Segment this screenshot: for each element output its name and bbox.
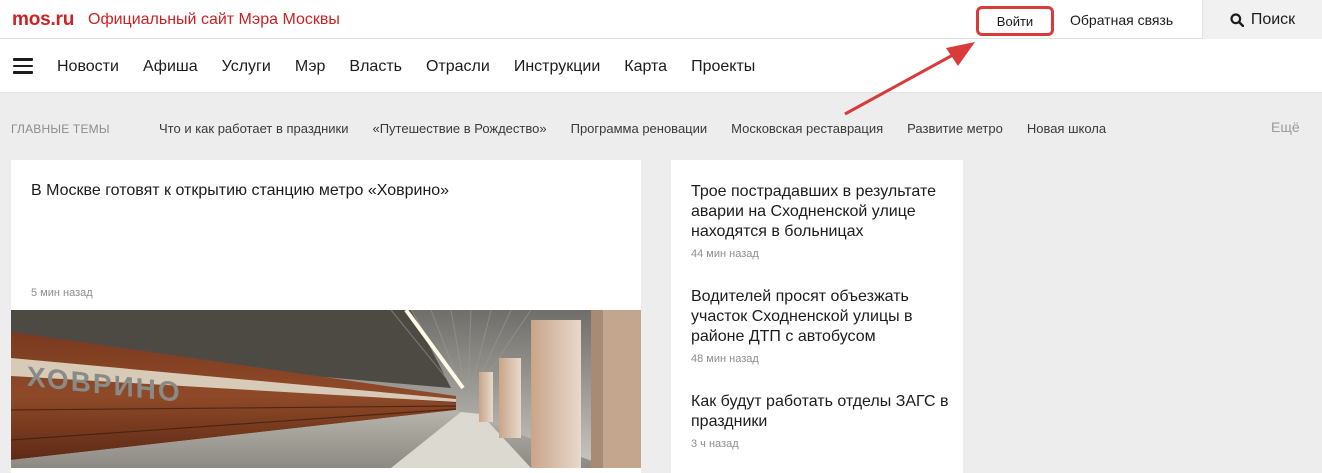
nav-list: Новости Афиша Услуги Мэр Власть Отрасли … xyxy=(57,58,779,76)
main-news-card[interactable]: В Москве готовят к открытию станцию метр… xyxy=(11,160,641,473)
side-news-item[interactable]: Трое пострадавших в результате аварии на… xyxy=(691,182,953,260)
top-bar: mos.ru Официальный сайт Мэра Москвы Войт… xyxy=(0,0,1322,39)
site-title[interactable]: Официальный сайт Мэра Москвы xyxy=(88,11,340,29)
main-news-time: 5 мин назад xyxy=(31,287,93,299)
topic-link[interactable]: Новая школа xyxy=(1027,121,1106,136)
side-news-time: 44 мин назад xyxy=(691,248,759,260)
login-button[interactable]: Войти xyxy=(976,6,1054,36)
side-news-title[interactable]: Водителей просят объезжать участок Сходн… xyxy=(691,287,953,347)
main-news-image[interactable]: ХОВРИНО xyxy=(11,310,641,468)
topic-link[interactable]: «Путешествие в Рождество» xyxy=(372,121,546,136)
search-label: Поиск xyxy=(1250,10,1296,28)
metro-station-photo: ХОВРИНО xyxy=(11,310,641,468)
side-news-item[interactable]: Как будут работать отделы ЗАГС в праздни… xyxy=(691,392,953,450)
more-topics-link[interactable]: Ещё xyxy=(1271,119,1300,135)
side-news-card: Трое пострадавших в результате аварии на… xyxy=(671,160,963,473)
search-button[interactable]: Поиск xyxy=(1202,0,1322,39)
nav-item-services[interactable]: Услуги xyxy=(222,58,271,76)
topics-label: ГЛАВНЫЕ ТЕМЫ xyxy=(11,122,110,136)
nav-item-sectors[interactable]: Отрасли xyxy=(426,58,490,76)
topic-link[interactable]: Московская реставрация xyxy=(731,121,883,136)
side-news-time: 3 ч назад xyxy=(691,438,739,450)
topic-link[interactable]: Программа реновации xyxy=(571,121,708,136)
nav-item-afisha[interactable]: Афиша xyxy=(143,58,198,76)
topic-list: Что и как работает в праздники «Путешест… xyxy=(159,121,1130,136)
side-news-title[interactable]: Как будут работать отделы ЗАГС в праздни… xyxy=(691,392,953,432)
menu-icon[interactable] xyxy=(13,58,33,74)
main-news-title[interactable]: В Москве готовят к открытию станцию метр… xyxy=(31,182,449,200)
logo[interactable]: mos.ru xyxy=(12,9,74,31)
nav-item-news[interactable]: Новости xyxy=(57,58,119,76)
side-news-item[interactable]: Водителей просят объезжать участок Сходн… xyxy=(691,287,953,365)
topic-link[interactable]: Развитие метро xyxy=(907,121,1003,136)
nav-item-government[interactable]: Власть xyxy=(349,58,402,76)
side-news-title[interactable]: Трое пострадавших в результате аварии на… xyxy=(691,182,953,242)
search-icon xyxy=(1230,12,1244,27)
nav-item-mayor[interactable]: Мэр xyxy=(295,58,326,76)
nav-item-instructions[interactable]: Инструкции xyxy=(514,58,600,76)
nav-item-map[interactable]: Карта xyxy=(624,58,667,76)
topic-link[interactable]: Что и как работает в праздники xyxy=(159,121,348,136)
feedback-link[interactable]: Обратная связь xyxy=(1070,12,1173,28)
main-topics: ГЛАВНЫЕ ТЕМЫ Что и как работает в праздн… xyxy=(0,119,1322,139)
nav-item-projects[interactable]: Проекты xyxy=(691,58,755,76)
main-nav: Новости Афиша Услуги Мэр Власть Отрасли … xyxy=(0,39,1322,93)
side-news-time: 48 мин назад xyxy=(691,353,759,365)
